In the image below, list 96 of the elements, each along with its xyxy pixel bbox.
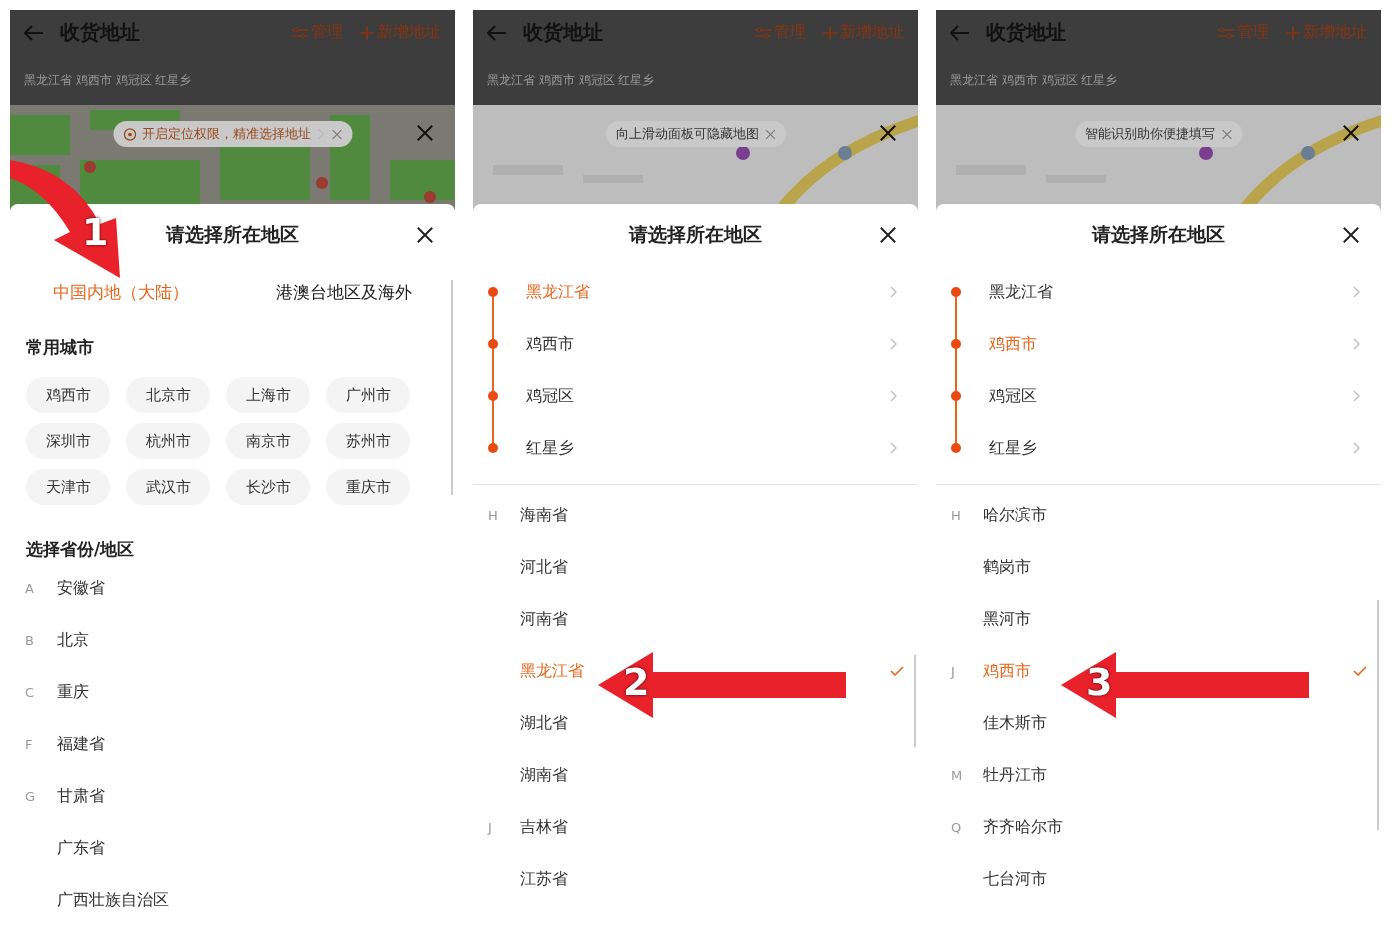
region-name[interactable]: 吉林省 bbox=[520, 816, 568, 838]
city-chip[interactable]: 长沙市 bbox=[226, 469, 310, 505]
tip-banner[interactable]: 开启定位权限，精准选择地址 bbox=[113, 121, 352, 147]
tip-text: 向上滑动面板可隐藏地图 bbox=[615, 125, 759, 143]
city-chip[interactable]: 上海市 bbox=[226, 377, 310, 413]
sheet-title: 请选择所在地区 bbox=[1092, 222, 1225, 247]
sliders-icon bbox=[754, 26, 772, 39]
close-button[interactable] bbox=[415, 226, 435, 246]
index-letter: M bbox=[951, 767, 963, 783]
index-letter: B bbox=[25, 632, 34, 648]
city-chip[interactable]: 北京市 bbox=[126, 377, 210, 413]
index-letter: J bbox=[951, 663, 955, 679]
tip-banner[interactable]: 智能识别助你便捷填写 bbox=[1075, 121, 1242, 147]
plus-icon bbox=[822, 24, 838, 41]
index-letter: H bbox=[488, 507, 498, 523]
chevron-right-icon bbox=[1353, 286, 1361, 298]
chevron-right-icon bbox=[890, 390, 898, 402]
region-name[interactable]: 哈尔滨市 bbox=[983, 504, 1047, 526]
sheet-title: 请选择所在地区 bbox=[629, 222, 762, 247]
chevron-right-icon bbox=[890, 442, 898, 454]
region-name[interactable]: 广西壮族自治区 bbox=[57, 889, 169, 911]
close-button[interactable] bbox=[1341, 226, 1361, 246]
index-letter: Q bbox=[951, 819, 962, 835]
region-name[interactable]: 广东省 bbox=[57, 837, 105, 859]
index-letter: A bbox=[25, 580, 34, 596]
region-name[interactable]: 北京 bbox=[57, 629, 89, 651]
city-chip[interactable]: 苏州市 bbox=[326, 423, 410, 459]
city-chip[interactable]: 广州市 bbox=[326, 377, 410, 413]
step-number: 2 bbox=[623, 660, 650, 704]
region-name[interactable]: 湖北省 bbox=[520, 712, 568, 734]
step-name[interactable]: 红星乡 bbox=[989, 437, 1037, 459]
region-name[interactable]: 甘肃省 bbox=[57, 785, 105, 807]
region-name[interactable]: 河南省 bbox=[520, 608, 568, 630]
city-chip[interactable]: 深圳市 bbox=[26, 423, 110, 459]
close-icon[interactable] bbox=[764, 128, 776, 140]
step-dot bbox=[951, 391, 961, 401]
step-dot bbox=[488, 443, 498, 453]
index-letter: J bbox=[488, 819, 492, 835]
region-name[interactable]: 海南省 bbox=[520, 504, 568, 526]
index-letter: F bbox=[25, 736, 33, 752]
region-name[interactable]: 七台河市 bbox=[983, 868, 1047, 890]
section-heading: 选择省份/地区 bbox=[26, 538, 136, 561]
tip-text: 开启定位权限，精准选择地址 bbox=[142, 125, 311, 143]
tip-banner[interactable]: 向上滑动面板可隐藏地图 bbox=[605, 121, 786, 147]
region-name[interactable]: 福建省 bbox=[57, 733, 105, 755]
city-chip[interactable]: 杭州市 bbox=[126, 423, 210, 459]
plus-icon bbox=[359, 24, 375, 41]
step-name[interactable]: 红星乡 bbox=[526, 437, 574, 459]
sliders-icon bbox=[1217, 26, 1235, 39]
region-name[interactable]: 安徽省 bbox=[57, 577, 105, 599]
city-chip[interactable]: 鸡西市 bbox=[26, 377, 110, 413]
tip-text: 智能识别助你便捷填写 bbox=[1085, 125, 1215, 143]
step-dot bbox=[951, 339, 961, 349]
chevron-right-icon bbox=[890, 286, 898, 298]
step-dot bbox=[951, 287, 961, 297]
chevron-right-icon bbox=[890, 338, 898, 350]
step-dot bbox=[488, 339, 498, 349]
step-dot bbox=[951, 443, 961, 453]
chevron-right-icon bbox=[1353, 442, 1361, 454]
plus-icon bbox=[1285, 24, 1301, 41]
section-heading: 常用城市 bbox=[26, 336, 95, 359]
address-text: 黑龙江省 鸡西市 鸡冠区 红星乡 bbox=[487, 72, 656, 89]
step-dot bbox=[488, 391, 498, 401]
step-name[interactable]: 黑龙江省 bbox=[989, 281, 1053, 303]
city-chip[interactable]: 南京市 bbox=[226, 423, 310, 459]
step-number: 1 bbox=[82, 210, 109, 254]
chevron-right-icon bbox=[1353, 338, 1361, 350]
region-name[interactable]: 河北省 bbox=[520, 556, 568, 578]
city-chip[interactable]: 重庆市 bbox=[326, 469, 410, 505]
step-name[interactable]: 鸡西市 bbox=[526, 333, 574, 355]
city-chip[interactable]: 武汉市 bbox=[126, 469, 210, 505]
check-icon bbox=[1353, 666, 1367, 676]
index-letter: C bbox=[25, 684, 35, 700]
close-button[interactable] bbox=[878, 226, 898, 246]
chevron-right-icon bbox=[1353, 390, 1361, 402]
step-number: 3 bbox=[1086, 660, 1113, 704]
city-chip[interactable]: 天津市 bbox=[26, 469, 110, 505]
region-name[interactable]: 江苏省 bbox=[520, 868, 568, 890]
index-letter: G bbox=[25, 788, 36, 804]
sheet-title: 请选择所在地区 bbox=[166, 222, 299, 247]
region-name[interactable]: 牡丹江市 bbox=[983, 764, 1047, 786]
region-name[interactable]: 佳木斯市 bbox=[983, 712, 1047, 734]
region-name[interactable]: 湖南省 bbox=[520, 764, 568, 786]
step-dot bbox=[488, 287, 498, 297]
index-letter: H bbox=[951, 507, 961, 523]
region-name[interactable]: 鹤岗市 bbox=[983, 556, 1031, 578]
check-icon bbox=[890, 666, 904, 676]
step-name[interactable]: 鸡冠区 bbox=[526, 385, 574, 407]
region-name[interactable]: 齐齐哈尔市 bbox=[983, 816, 1063, 838]
address-text: 黑龙江省 鸡西市 鸡冠区 红星乡 bbox=[950, 72, 1119, 89]
address-text: 黑龙江省 鸡西市 鸡冠区 红星乡 bbox=[24, 72, 193, 89]
sliders-icon bbox=[291, 26, 309, 39]
step-name[interactable]: 鸡冠区 bbox=[989, 385, 1037, 407]
region-name[interactable]: 重庆 bbox=[57, 681, 89, 703]
region-name[interactable]: 黑河市 bbox=[983, 608, 1031, 630]
region-tab[interactable]: 港澳台地区及海外 bbox=[271, 276, 416, 308]
